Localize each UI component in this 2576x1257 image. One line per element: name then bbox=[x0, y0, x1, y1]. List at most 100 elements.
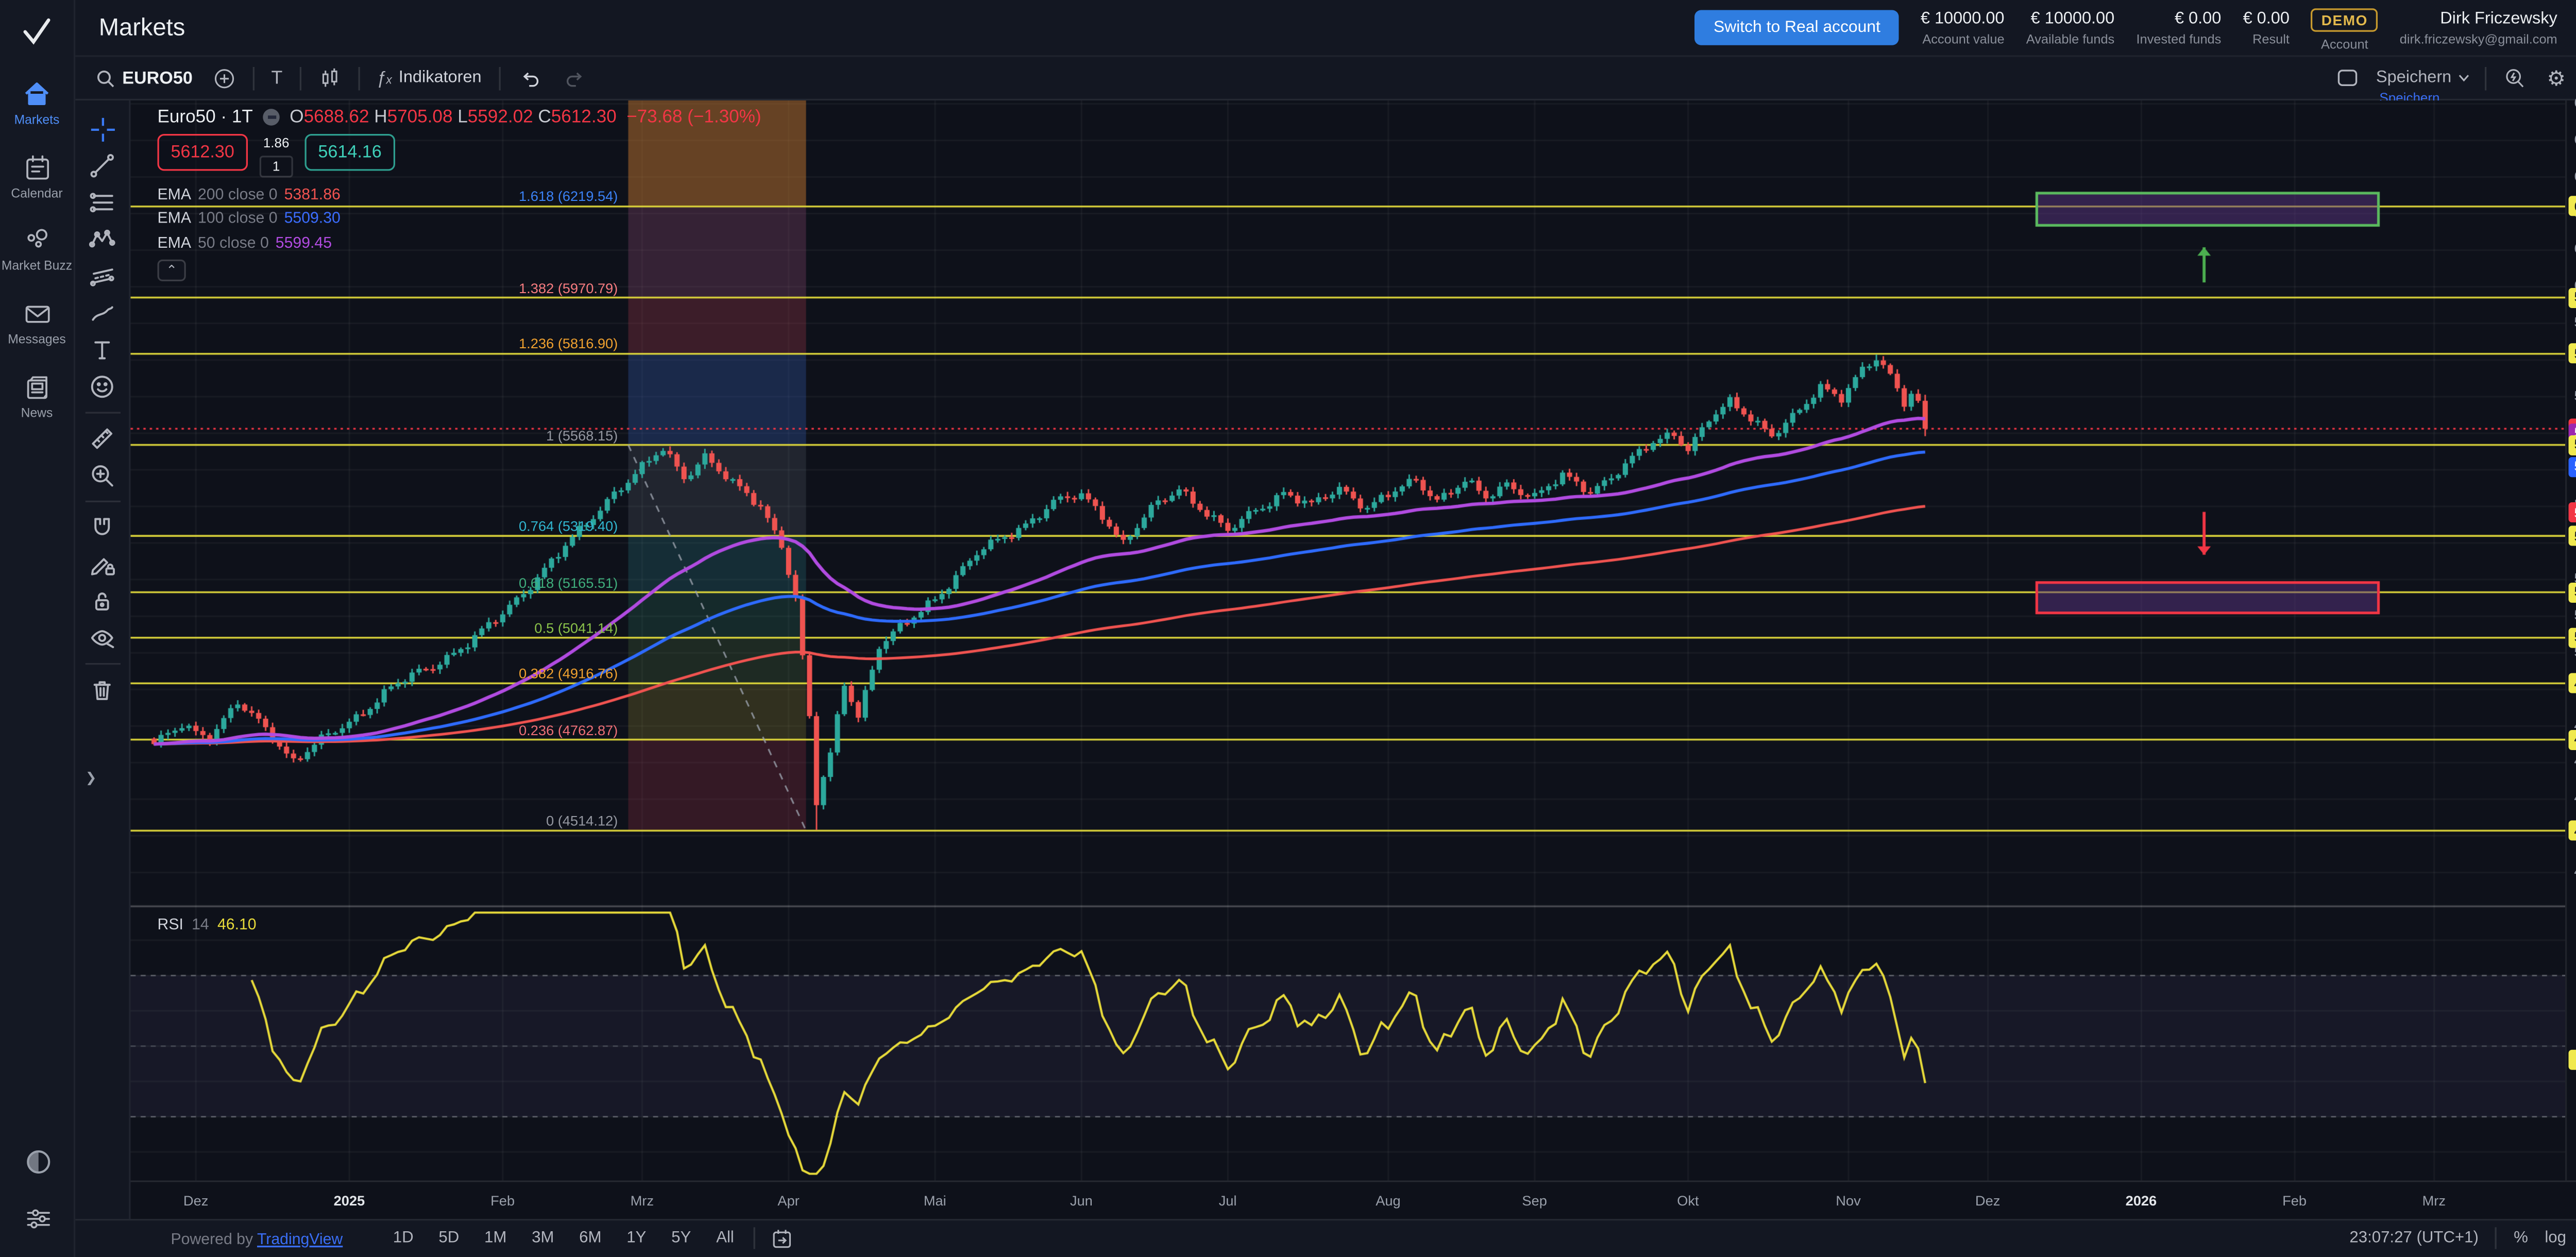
indicator-row-ema-200[interactable]: EMA200 close 05381.86 bbox=[158, 185, 761, 202]
compare-add-icon[interactable] bbox=[209, 66, 240, 90]
time-axis-label-Feb: Feb bbox=[490, 1192, 515, 1209]
price-axis-label: 6400.00 bbox=[2567, 132, 2576, 147]
main-chart-legend: Euro50 · 1T O5688.62 H5705.08 L5592.02 C… bbox=[158, 107, 761, 281]
range-button-1m[interactable]: 1M bbox=[479, 1226, 512, 1251]
range-button-1d[interactable]: 1D bbox=[388, 1226, 418, 1251]
quick-search-icon[interactable] bbox=[2500, 66, 2531, 90]
range-button-5y[interactable]: 5Y bbox=[666, 1226, 696, 1251]
price-badge-4916.76: 4916.76 bbox=[2569, 673, 2576, 693]
rsi-axis-label: 70.00 bbox=[2567, 967, 2576, 982]
switch-to-real-account-button[interactable]: Switch to Real account bbox=[1695, 10, 1899, 45]
scale-button-percent[interactable]: % bbox=[2514, 1229, 2528, 1248]
zoom-in-tool-icon[interactable] bbox=[84, 457, 120, 494]
settings-gear-icon[interactable]: ⚙ bbox=[2544, 65, 2569, 91]
emoji-tool-icon[interactable] bbox=[84, 368, 120, 405]
price-badge-5381.86: 5381.86 bbox=[2569, 503, 2576, 523]
chart-plot-area[interactable]: Euro50 · 1T O5688.62 H5705.08 L5592.02 C… bbox=[131, 100, 2576, 1218]
text-tool-icon[interactable] bbox=[84, 332, 120, 369]
range-button-6m[interactable]: 6M bbox=[574, 1226, 606, 1251]
indicators-button[interactable]: ƒx Indikatoren bbox=[373, 68, 485, 88]
theme-contrast-icon[interactable] bbox=[23, 1147, 53, 1177]
range-button-1y[interactable]: 1Y bbox=[621, 1226, 651, 1251]
symbol-interval-label[interactable]: Euro50 · 1T bbox=[158, 107, 253, 127]
range-button-5d[interactable]: 5D bbox=[434, 1226, 464, 1251]
save-layout-button[interactable]: Speichern Speichern bbox=[2376, 69, 2471, 87]
range-button-all[interactable]: All bbox=[711, 1226, 739, 1251]
ohlc-O-label: O bbox=[290, 107, 303, 127]
interval-button[interactable]: T bbox=[268, 68, 286, 88]
clock-label[interactable]: 23:07:27 (UTC+1) bbox=[2349, 1229, 2478, 1248]
toolbar-divider bbox=[84, 501, 120, 502]
user-info[interactable]: Dirk Friczewsky dirk.friczewsky@gmail.co… bbox=[2400, 9, 2557, 46]
news-icon bbox=[21, 371, 53, 403]
account-stat-available-funds: € 10000.00Available funds bbox=[2026, 9, 2114, 46]
indicator-row-ema-50[interactable]: EMA50 close 05599.45 bbox=[158, 234, 761, 251]
time-axis-label-Nov: Nov bbox=[1836, 1192, 1860, 1209]
spread-label: 1.86 bbox=[248, 135, 305, 150]
sidebar-item-markets[interactable]: Markets bbox=[0, 77, 75, 129]
sidebar-item-news[interactable]: News bbox=[0, 371, 75, 421]
ohlc-H-label: H bbox=[374, 107, 387, 127]
sell-button[interactable]: 5612.30 bbox=[158, 134, 248, 171]
time-axis-label-Jun: Jun bbox=[1070, 1192, 1093, 1209]
tradingview-link[interactable]: TradingView bbox=[257, 1230, 343, 1247]
time-axis-label-Okt: Okt bbox=[1677, 1192, 1699, 1209]
price-badge-5319.40: 5319.40 bbox=[2569, 526, 2576, 546]
rsi-axis-label: 60.00 bbox=[2567, 1003, 2576, 1017]
chart-style-candles-icon[interactable] bbox=[314, 66, 345, 90]
toolbar-expand-chevron-icon[interactable]: ❯ bbox=[86, 770, 97, 785]
preferences-sliders-icon[interactable] bbox=[23, 1203, 53, 1234]
app-sidebar: Markets Calendar Market Buzz Messages News bbox=[0, 0, 75, 1257]
fx-icon: ƒx bbox=[376, 68, 392, 88]
trend-line-tool-icon[interactable] bbox=[84, 147, 120, 184]
rsi-legend[interactable]: RSI 14 46.10 bbox=[158, 916, 257, 933]
legend-collapse-button[interactable]: ⌃ bbox=[158, 259, 186, 281]
indicator-row-ema-100[interactable]: EMA100 close 05509.30 bbox=[158, 210, 761, 227]
lock-all-drawings-icon[interactable] bbox=[84, 583, 120, 620]
crosshair-tool-icon[interactable] bbox=[84, 111, 120, 148]
sidebar-item-calendar[interactable]: Calendar bbox=[0, 152, 75, 202]
fib-level-label-0.236: 0.236 (4762.87) bbox=[131, 721, 618, 738]
price-axis-label: 4600.00 bbox=[2567, 791, 2576, 806]
redo-icon[interactable] bbox=[558, 66, 590, 90]
sidebar-item-market-buzz[interactable]: Market Buzz bbox=[0, 225, 75, 275]
powered-by-label: Powered by TradingView bbox=[171, 1230, 343, 1247]
buy-button[interactable]: 5614.16 bbox=[304, 134, 395, 171]
rsi-axis-label: 20.00 bbox=[2567, 1144, 2576, 1159]
drawing-mode-lock-icon[interactable] bbox=[84, 546, 120, 583]
quantity-field[interactable]: 1 bbox=[260, 156, 293, 177]
symbol-status-icon[interactable] bbox=[263, 109, 280, 126]
sidebar-item-messages[interactable]: Messages bbox=[0, 298, 75, 348]
scale-button-log[interactable]: log bbox=[2545, 1229, 2566, 1248]
price-axis-label: 5700.00 bbox=[2567, 388, 2576, 403]
magnet-tool-icon[interactable] bbox=[84, 509, 120, 546]
measure-tool-icon[interactable] bbox=[84, 420, 120, 457]
account-stat-result: € 0.00Result bbox=[2243, 9, 2290, 46]
ohlc-C-label: C bbox=[538, 107, 551, 127]
price-axis[interactable]: 6500.006400.006300.006200.006100.006000.… bbox=[2566, 100, 2576, 1180]
rsi-axis-label: 40.00 bbox=[2567, 1073, 2576, 1088]
broker-logo-checkmark-icon[interactable] bbox=[19, 10, 56, 54]
search-icon bbox=[95, 68, 115, 88]
go-to-date-button[interactable] bbox=[771, 1227, 794, 1250]
brush-tool-icon[interactable] bbox=[84, 295, 120, 332]
price-axis-label: 5100.00 bbox=[2567, 608, 2576, 623]
fib-retracement-tool-icon[interactable] bbox=[84, 184, 120, 222]
layout-select-icon[interactable] bbox=[2332, 67, 2363, 89]
symbol-search-button[interactable]: EURO50 bbox=[92, 68, 196, 88]
undo-icon[interactable] bbox=[513, 66, 545, 90]
pane-separator[interactable] bbox=[131, 906, 2576, 907]
hide-drawings-icon[interactable] bbox=[84, 620, 120, 657]
range-button-3m[interactable]: 3M bbox=[527, 1226, 559, 1251]
time-axis[interactable]: Dez2025FebMrzAprMaiJunJulAugSepOktNovDez… bbox=[131, 1180, 2576, 1218]
chart-toolbar: EURO50 T ƒx Indikatoren bbox=[75, 55, 2576, 100]
price-badge-5165.51: 5165.51 bbox=[2569, 582, 2576, 602]
price-badge-6219.54: 6219.54 bbox=[2569, 196, 2576, 216]
pattern-tool-icon[interactable] bbox=[84, 221, 120, 258]
projection-tool-icon[interactable] bbox=[84, 258, 120, 295]
rsi-value: 46.10 bbox=[217, 916, 257, 933]
time-axis-label-Feb: Feb bbox=[2282, 1192, 2307, 1209]
remove-drawings-icon[interactable] bbox=[84, 671, 120, 708]
price-badge-5041.14: 5041.14 bbox=[2569, 627, 2576, 648]
time-axis-label-Mrz: Mrz bbox=[631, 1192, 654, 1209]
